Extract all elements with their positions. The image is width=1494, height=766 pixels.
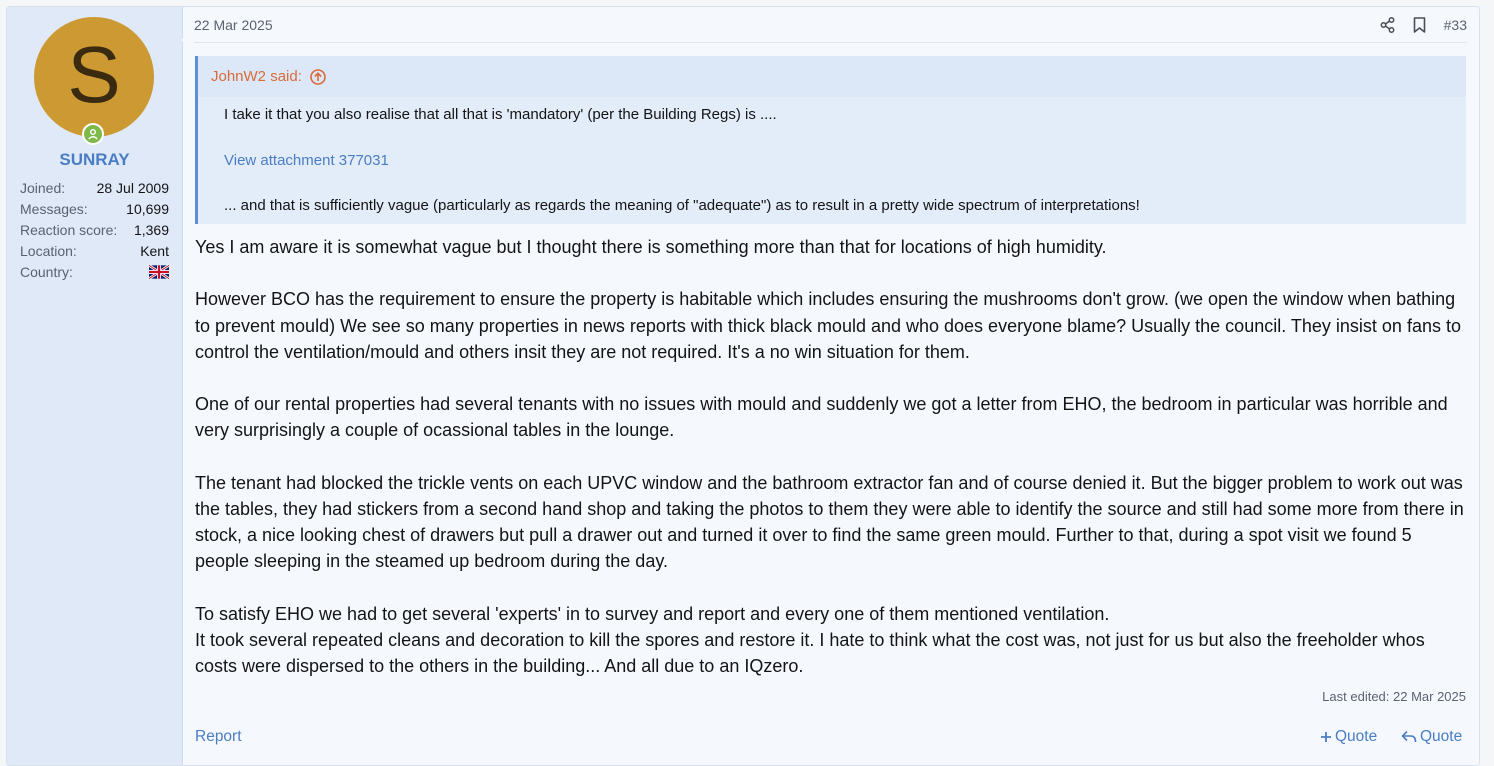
- stat-country: Country:: [20, 262, 169, 283]
- stat-joined: Joined: 28 Jul 2009: [20, 180, 169, 196]
- post-number[interactable]: #33: [1444, 17, 1467, 33]
- arrow-up-circle-icon[interactable]: [310, 68, 326, 85]
- post-container: S SUNRAY Joined: 28 Jul 2009 Messages: 1…: [6, 6, 1480, 766]
- avatar[interactable]: S: [34, 17, 154, 137]
- quote-line: I take it that you also realise that all…: [224, 106, 777, 123]
- post-date[interactable]: 22 Mar 2025: [194, 17, 273, 33]
- quote-header[interactable]: JohnW2 said:: [198, 56, 1466, 97]
- post-paragraph: However BCO has the requirement to ensur…: [195, 289, 1461, 362]
- user-stats: Joined: 28 Jul 2009 Messages: 10,699 Rea…: [20, 178, 169, 283]
- post-header: 22 Mar 2025 #33: [194, 7, 1467, 43]
- username[interactable]: SUNRAY: [7, 150, 182, 170]
- plus-icon: [1321, 732, 1331, 742]
- avatar-letter: S: [67, 30, 121, 119]
- post-paragraph: The tenant had blocked the trickle vents…: [195, 472, 1464, 572]
- post-paragraph: To satisfy EHO we had to get several 'ex…: [195, 603, 1425, 677]
- post-body: Yes I am aware it is somewhat vague but …: [195, 234, 1469, 706]
- attachment-link[interactable]: View attachment 377031: [211, 152, 402, 169]
- stat-reaction-score: Reaction score: 1,369: [20, 222, 169, 238]
- quote-button[interactable]: Quote: [1401, 728, 1462, 746]
- post-paragraph: Yes I am aware it is somewhat vague but …: [195, 237, 1107, 257]
- quote-block: JohnW2 said: I take it that you also rea…: [195, 56, 1466, 224]
- post-actions: #33: [1380, 17, 1467, 33]
- post-main: 22 Mar 2025 #33 JohnW2 said: I take it t…: [182, 7, 1479, 765]
- share-icon[interactable]: [1380, 16, 1395, 33]
- report-label: Report: [195, 728, 242, 745]
- stat-location: Location: Kent: [20, 243, 169, 259]
- quote-line: ... and that is sufficiently vague (part…: [224, 197, 1140, 214]
- online-status-icon: [82, 123, 104, 145]
- reply-icon: [1401, 730, 1417, 743]
- post-paragraph: One of our rental properties had several…: [195, 394, 1448, 441]
- user-sidebar: S SUNRAY Joined: 28 Jul 2009 Messages: 1…: [7, 7, 183, 765]
- multiquote-button[interactable]: Quote: [1320, 728, 1377, 746]
- uk-flag-icon: [149, 265, 169, 280]
- quote-label: Quote: [1420, 728, 1463, 745]
- report-link[interactable]: Report: [195, 728, 242, 746]
- last-edited: Last edited: 22 Mar 2025: [1322, 689, 1466, 704]
- stat-messages: Messages: 10,699: [20, 201, 169, 217]
- multiquote-label: Quote: [1335, 728, 1378, 745]
- quote-author[interactable]: JohnW2 said:: [211, 68, 302, 85]
- bookmark-icon[interactable]: [1413, 16, 1426, 33]
